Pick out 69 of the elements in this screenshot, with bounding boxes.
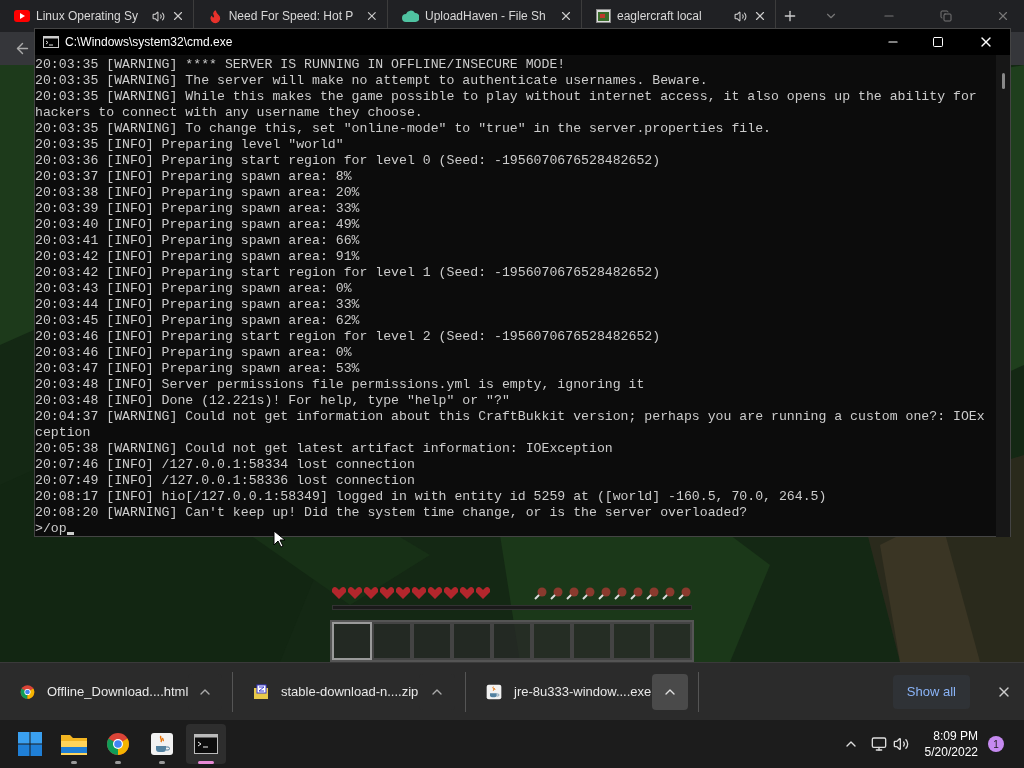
console-line: 20:03:38 [INFO] Preparing spawn area: 20% — [35, 185, 360, 201]
console-line: 20:03:39 [INFO] Preparing spawn area: 33% — [35, 201, 360, 217]
console-line: 20:07:49 [INFO] /127.0.0.1:58336 lost connection — [35, 473, 415, 489]
console-line: 20:03:47 [INFO] Preparing spawn area: 53% — [35, 361, 360, 377]
speaker-icon[interactable] — [734, 9, 747, 23]
console-line: 20:07:46 [INFO] /127.0.0.1:58334 lost connection — [35, 457, 415, 473]
folder-icon — [61, 733, 87, 755]
console-line: 20:04:37 [WARNING] Could not get information about this CraftBukkit version; perhaps you are running a custom one?: IOEx — [35, 409, 985, 425]
scrollbar[interactable] — [996, 55, 1010, 537]
new-tab-icon[interactable] — [782, 8, 798, 24]
console-line: 20:03:45 [INFO] Preparing spawn area: 62% — [35, 313, 360, 329]
close-icon[interactable] — [171, 9, 185, 23]
console-line: 20:03:48 [INFO] Server permissions file permissions.yml is empty, ignoring it — [35, 377, 645, 393]
text-cursor — [66, 532, 74, 535]
clock-time[interactable]: 8:09 PM — [933, 728, 978, 744]
archive-icon — [253, 683, 269, 700]
terminal-icon — [194, 734, 218, 754]
cloud-icon — [402, 10, 419, 22]
notification-badge[interactable]: 1 — [988, 736, 1004, 752]
flame-icon — [208, 8, 223, 24]
console-line: 20:03:42 [INFO] Preparing spawn area: 91% — [35, 249, 360, 265]
download-file-name[interactable]: stable-download-n....zip — [281, 681, 419, 702]
console-line: 20:03:35 [WARNING] The server will make no attempt to authenticate usernames. Beware. — [35, 73, 708, 89]
tab-title: Linux Operating Sy — [36, 8, 139, 25]
close-icon[interactable] — [753, 9, 767, 23]
console-line: 20:03:35 [WARNING] To change this, set "online-mode" to "true" in the server.properties file. — [35, 121, 771, 137]
console-line: 20:03:35 [INFO] Preparing level "world" — [35, 137, 344, 153]
speaker-icon[interactable] — [892, 736, 909, 752]
console-line: 20:03:43 [INFO] Preparing spawn area: 0% — [35, 281, 352, 297]
chrome-icon — [106, 732, 130, 756]
console-line: hackers to connect with any username they choose. — [35, 105, 423, 121]
window-icon — [596, 9, 611, 23]
restore-icon[interactable] — [940, 10, 952, 22]
command-input[interactable]: >/op — [35, 521, 67, 537]
chrome-icon — [20, 683, 35, 700]
console-line: 20:03:35 [WARNING] While this makes the game possible to play without internet access, it also opens up the ability for — [35, 89, 977, 105]
speaker-icon[interactable] — [152, 9, 165, 23]
console-line: 20:03:37 [INFO] Preparing spawn area: 8% — [35, 169, 352, 185]
taskbar-app[interactable] — [186, 724, 226, 764]
console-line: 20:03:41 [INFO] Preparing spawn area: 66% — [35, 233, 360, 249]
console-line: 20:08:17 [INFO] hio[/127.0.0.1:58349] logged in with entity id 5259 at ([world] -160.5, 70.0, 264.5) — [35, 489, 827, 505]
console-line: 20:03:40 [INFO] Preparing spawn area: 49% — [35, 217, 360, 233]
tab-title: eaglercraft local — [617, 8, 702, 25]
window-title: C:\Windows\system32\cmd.exe — [65, 34, 233, 51]
download-menu-button[interactable] — [652, 673, 688, 710]
console-line: 20:08:20 [WARNING] Can't keep up! Did the system time change, or is the server overloaded? — [35, 505, 748, 521]
console-line: 20:03:42 [INFO] Preparing start region for level 1 (Seed: -1956070676528482652) — [35, 265, 661, 281]
close-icon[interactable] — [365, 9, 379, 23]
console-line: 20:03:46 [INFO] Preparing spawn area: 0% — [35, 345, 352, 361]
play-logo-icon — [14, 10, 30, 22]
terminal-icon — [43, 36, 59, 48]
console-line: 20:03:48 [INFO] Done (12.221s)! For help, type "help" or "?" — [35, 393, 510, 409]
show-all-button[interactable]: Show all — [892, 674, 970, 709]
windows-logo-icon — [18, 732, 42, 756]
download-file-name[interactable]: Offline_Download....html — [46, 681, 189, 702]
console-line: 20:03:35 [WARNING] **** SERVER IS RUNNING IN OFFLINE/INSECURE MODE! — [35, 57, 566, 73]
console-line: ception — [35, 425, 91, 441]
maximize-icon[interactable] — [932, 36, 944, 48]
tab-title: Need For Speed: Hot P — [228, 8, 354, 25]
coffee-cup-icon — [486, 683, 502, 700]
clock-date[interactable]: 5/20/2022 — [924, 744, 978, 760]
coffee-cup-icon — [150, 732, 174, 756]
download-file-name[interactable]: jre-8u333-window....exe — [514, 681, 652, 702]
console-line: 20:03:36 [INFO] Preparing start region for level 0 (Seed: -1956070676528482652) — [35, 153, 661, 169]
console-line: 20:03:46 [INFO] Preparing start region for level 2 (Seed: -1956070676528482652) — [35, 329, 661, 345]
tab-title: UploadHaven - File Sh — [425, 8, 546, 25]
console-line: 20:03:44 [INFO] Preparing spawn area: 33% — [35, 297, 360, 313]
console-line: 20:05:38 [WARNING] Could not get latest artifact information: IOException — [35, 441, 613, 457]
close-icon[interactable] — [559, 9, 573, 23]
